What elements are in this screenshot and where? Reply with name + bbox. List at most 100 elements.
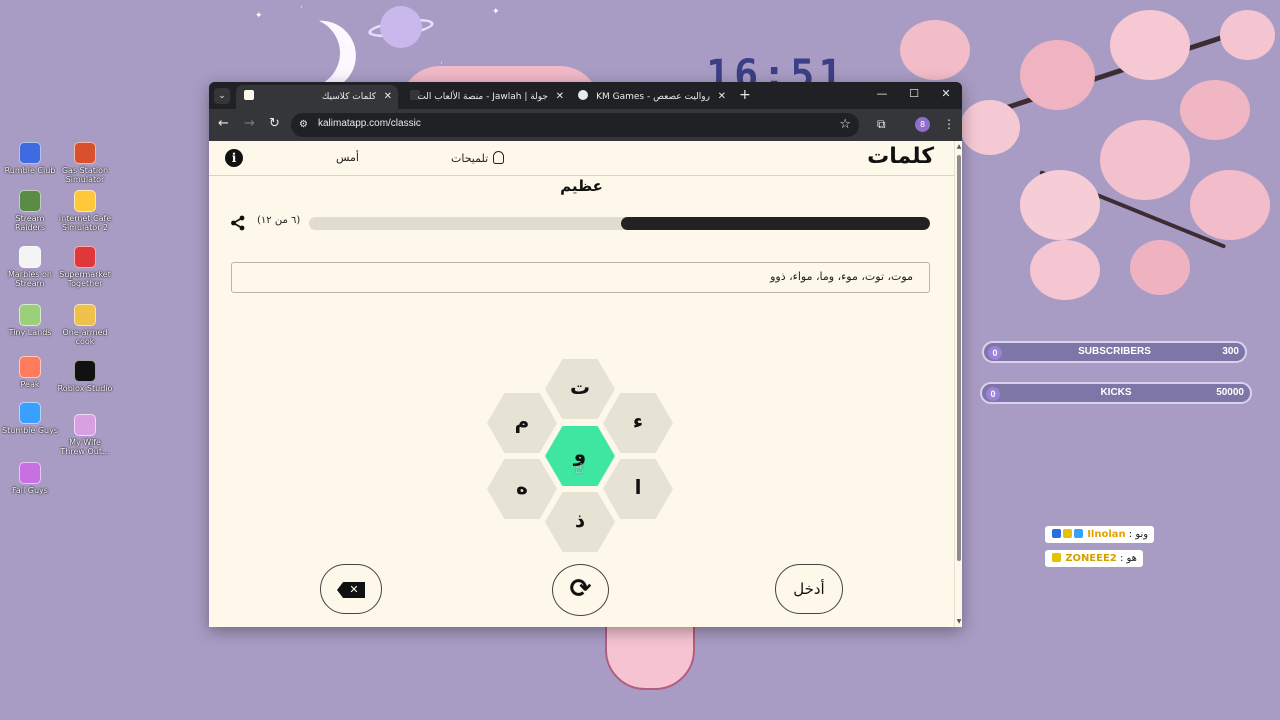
scroll-down-icon[interactable]: ▼ (955, 618, 962, 625)
planet-decoration (380, 6, 422, 48)
game-icon (74, 414, 96, 436)
game-icon (19, 356, 41, 378)
site-info-icon[interactable]: ⚙ (299, 119, 311, 131)
share-icon[interactable] (230, 215, 246, 231)
browser-window: ⌄ كلمات كلاسيك ✕ جولة | Jawlah - منصة ال… (209, 82, 962, 627)
page-scrollbar[interactable]: ▲ ▼ (954, 141, 962, 627)
game-icon (74, 304, 96, 326)
minimize-icon[interactable]: — (872, 87, 892, 100)
badge-icon (1063, 529, 1072, 538)
chat-message: هو : ZONEEE2 (1045, 550, 1143, 567)
game-icon (19, 462, 41, 484)
info-icon[interactable]: i (225, 149, 243, 167)
desktop-icon[interactable]: Stream Raiders (2, 190, 58, 232)
letter-tile-upper-right[interactable]: ء (603, 393, 673, 453)
bookmark-star-icon[interactable]: ☆ (839, 117, 851, 132)
badge-icon (1052, 529, 1061, 538)
maximize-icon[interactable]: ☐ (904, 87, 924, 100)
desktop-icon[interactable]: Rumble Club (2, 142, 58, 175)
blossom-decoration (1100, 120, 1190, 200)
blossom-decoration (1190, 170, 1270, 240)
close-tab-icon[interactable]: ✕ (384, 85, 392, 109)
close-window-icon[interactable]: ✕ (936, 87, 956, 100)
yesterday-link[interactable]: أمس (336, 151, 359, 164)
desktop-icon[interactable]: Marbles on Stream (2, 246, 58, 288)
blossom-decoration (1030, 240, 1100, 300)
progress-bar (309, 217, 930, 230)
hints-link[interactable]: تلميحات (451, 151, 505, 165)
tab-kalimat[interactable]: كلمات كلاسيك ✕ (236, 85, 398, 109)
menu-kebab-icon[interactable]: ⋮ (943, 117, 955, 131)
scroll-thumb[interactable] (957, 155, 961, 561)
game-icon (19, 142, 41, 164)
profile-avatar[interactable]: 8 (915, 117, 930, 132)
star-decoration: · (300, 3, 303, 13)
shuffle-icon: ⟳ (569, 574, 592, 604)
blossom-decoration (960, 100, 1020, 155)
progress-fill (620, 217, 930, 230)
tab-km-games[interactable]: رواليت عصعص - KM Games ✕ (570, 85, 732, 109)
letter-tile-top[interactable]: ت (545, 359, 615, 419)
blossom-decoration (1020, 40, 1095, 110)
badge-icon (1074, 529, 1083, 538)
browser-toolbar: ← → ↻ ⚙ kalimatapp.com/classic ☆ ⧉ 8 ⋮ (209, 109, 962, 141)
subscribers-goal-bar: 0 SUBSCRIBERS 300 (982, 341, 1247, 363)
letter-tile-center[interactable]: و (545, 426, 615, 486)
desktop-icon[interactable]: Stumble Guys (2, 402, 58, 435)
game-icon (74, 142, 96, 164)
desktop-icon[interactable]: Fall Guys (2, 462, 58, 495)
letter-tile-lower-left[interactable]: ه (487, 459, 557, 519)
app-header: i أمس تلميحات كلمات (209, 141, 954, 176)
new-tab-icon[interactable]: + (739, 88, 751, 102)
app-logo[interactable]: كلمات (867, 144, 934, 169)
tab-strip: ⌄ كلمات كلاسيك ✕ جولة | Jawlah - منصة ال… (209, 82, 962, 109)
kicks-goal-bar: 0 KICKS 50000 (980, 382, 1252, 404)
tab-jawlah[interactable]: جولة | Jawlah - منصة الألعاب الت ✕ (402, 85, 570, 109)
blossom-decoration (1110, 10, 1190, 80)
page-viewport: i أمس تلميحات كلمات عظيم (٦ من ١٢) موت، … (209, 141, 954, 627)
star-decoration: ✦ (255, 11, 263, 21)
address-bar[interactable]: ⚙ kalimatapp.com/classic ☆ (291, 113, 859, 137)
desktop-icon[interactable]: Supermarket Together (57, 246, 113, 288)
star-decoration: ✦ (345, 39, 353, 49)
game-icon (19, 190, 41, 212)
shuffle-button[interactable]: ⟳ (552, 564, 609, 616)
desktop-icon[interactable]: Tiny Lands (2, 304, 58, 337)
game-icon (19, 304, 41, 326)
desktop-icon[interactable]: Roblox Studio (57, 360, 113, 393)
star-decoration: ✦ (492, 7, 500, 17)
found-words-list[interactable]: موت، توت، موء، وما، مواء، ذوو (231, 262, 930, 293)
desktop-icon[interactable]: My Wife Threw Out... (57, 414, 113, 456)
hand-cursor-icon: ☝ (575, 461, 584, 477)
globe-icon (578, 90, 588, 100)
found-count: (٦ من ١٢) (257, 215, 301, 226)
back-arrow-icon[interactable]: ← (218, 117, 229, 131)
blossom-decoration (900, 20, 970, 80)
game-icon (74, 360, 96, 382)
close-tab-icon[interactable]: ✕ (718, 85, 726, 109)
game-icon (19, 402, 41, 424)
extensions-icon[interactable]: ⧉ (877, 117, 886, 131)
letter-tile-bottom[interactable]: ذ (545, 492, 615, 552)
scroll-up-icon[interactable]: ▲ (955, 143, 962, 150)
desktop-icon[interactable]: Peak (2, 356, 58, 389)
delete-button[interactable]: ✕ (320, 564, 382, 614)
letter-tile-upper-left[interactable]: م (487, 393, 557, 453)
tab-search-icon[interactable]: ⌄ (214, 88, 230, 104)
desktop-icon[interactable]: Gas Station Simulator (57, 142, 113, 184)
close-tab-icon[interactable]: ✕ (556, 85, 564, 109)
chat-message: ونو : Ilnolan (1045, 526, 1155, 543)
backspace-icon: ✕ (337, 582, 365, 598)
site-favicon-icon (244, 90, 254, 100)
letter-tile-lower-right[interactable]: ا (603, 459, 673, 519)
lightbulb-icon (493, 151, 505, 164)
blossom-decoration (1180, 80, 1250, 140)
enter-button[interactable]: أدخل (775, 564, 843, 614)
forward-arrow-icon[interactable]: → (244, 117, 255, 131)
desktop-icon[interactable]: Internet Cafe Simulator 2 (57, 190, 113, 232)
desktop-icon[interactable]: One-armed cook (57, 304, 113, 346)
reload-icon[interactable]: ↻ (269, 117, 280, 131)
character-artwork (605, 620, 695, 690)
badge-icon (1052, 553, 1061, 562)
game-icon (19, 246, 41, 268)
